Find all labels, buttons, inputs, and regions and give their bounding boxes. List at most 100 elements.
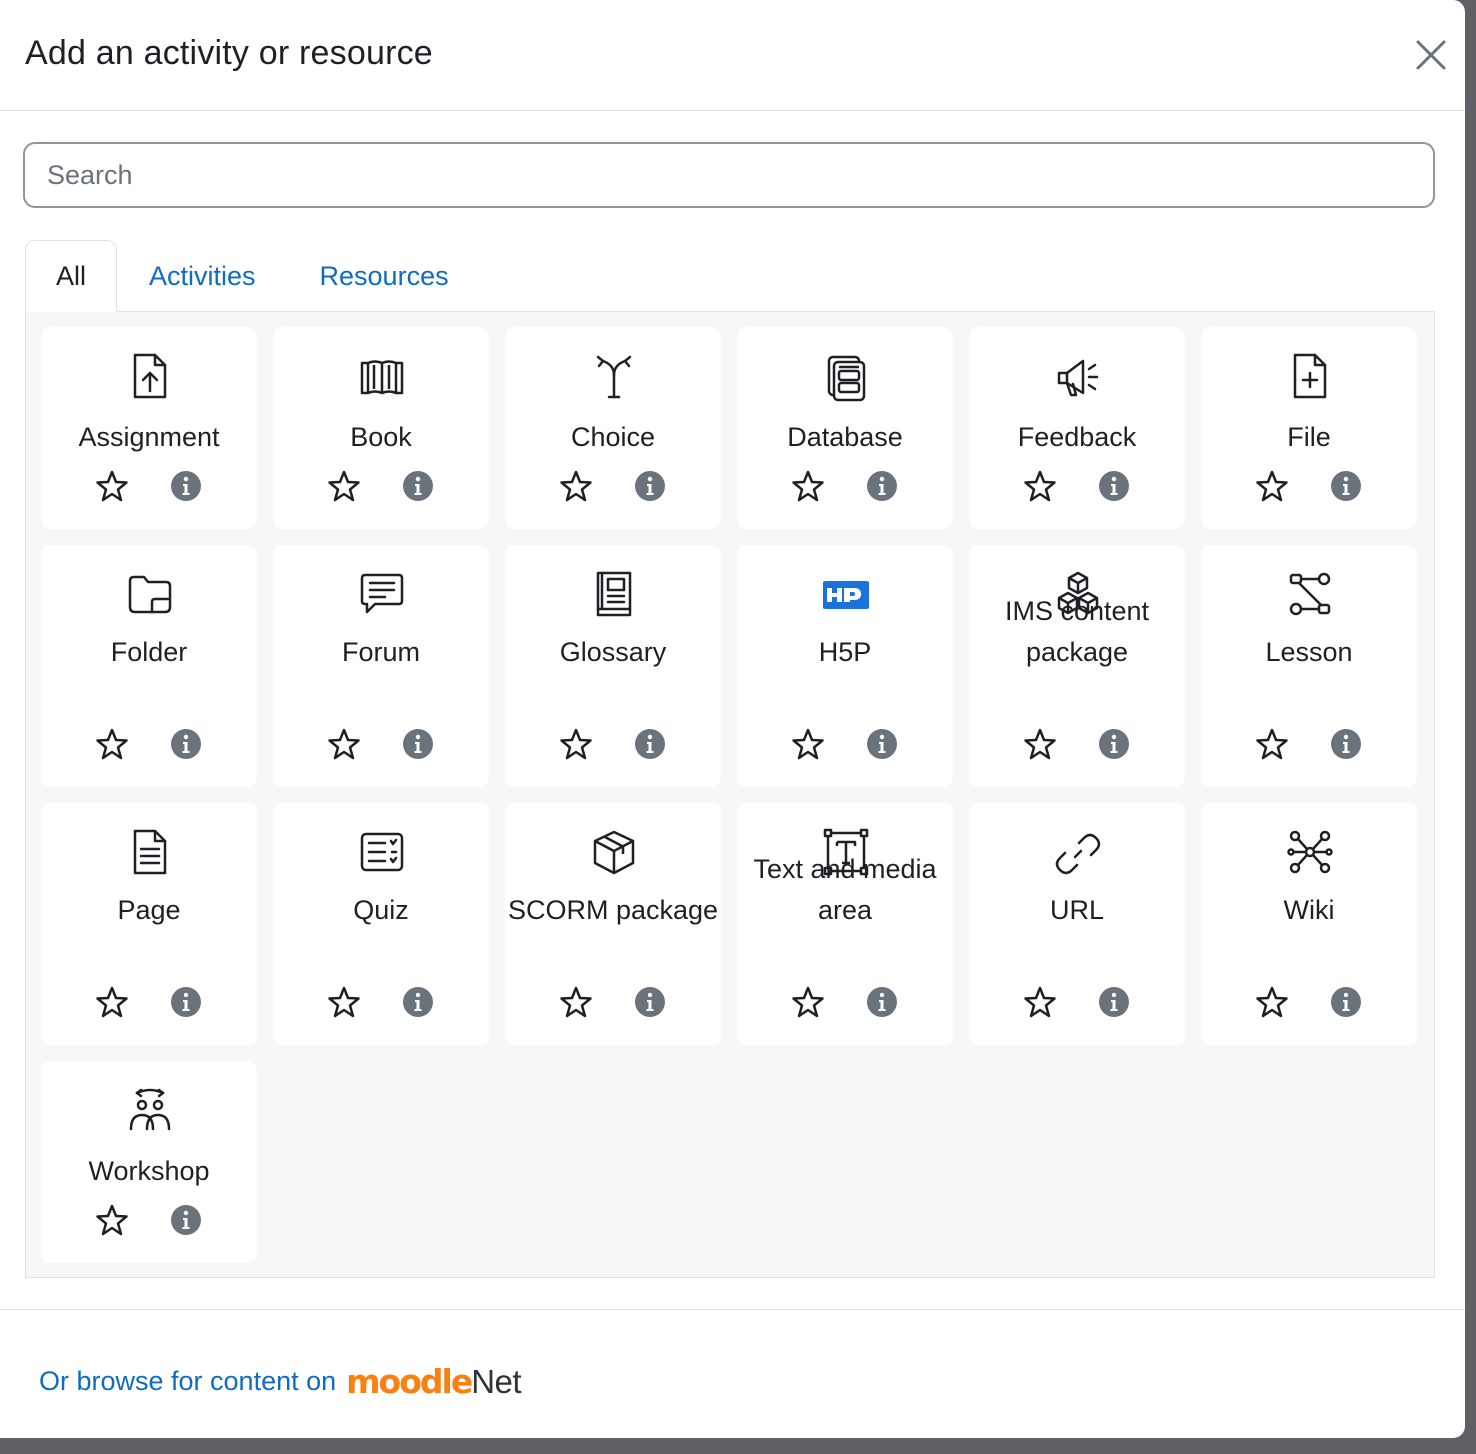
star-icon[interactable]: [791, 985, 825, 1019]
activity-link-folder[interactable]: Folder: [41, 545, 257, 735]
info-icon[interactable]: [633, 469, 667, 503]
modal-header: Add an activity or resource: [0, 0, 1465, 111]
activity-link-file[interactable]: File: [1201, 327, 1417, 477]
activity-name: Glossary: [559, 637, 667, 667]
info-icon[interactable]: [169, 469, 203, 503]
star-icon[interactable]: [95, 469, 129, 503]
close-button[interactable]: [1410, 35, 1452, 77]
star-icon[interactable]: [1255, 985, 1289, 1019]
info-icon[interactable]: [1097, 727, 1131, 761]
info-icon[interactable]: [1329, 727, 1363, 761]
star-icon[interactable]: [327, 469, 361, 503]
activity-link-lesson[interactable]: Lesson: [1201, 545, 1417, 735]
activity-name: Text and media area: [753, 854, 937, 925]
browse-text: Or browse for content on: [39, 1365, 337, 1396]
category-tabs: All Activities Resources: [25, 240, 1435, 312]
info-icon[interactable]: [633, 985, 667, 1019]
activity-card-ims-content-package: IMS content package: [969, 545, 1185, 787]
wiki-icon: [1287, 827, 1333, 879]
close-icon: [1416, 40, 1446, 70]
activity-card-assignment: Assignment: [41, 327, 257, 529]
star-icon[interactable]: [1023, 727, 1057, 761]
activity-panel: Assignment Book Choice Database Feedback…: [25, 311, 1435, 1278]
star-icon[interactable]: [1255, 727, 1289, 761]
activity-name: Folder: [110, 637, 188, 667]
star-icon[interactable]: [559, 985, 593, 1019]
activity-link-forum[interactable]: Forum: [273, 545, 489, 735]
star-icon[interactable]: [1023, 985, 1057, 1019]
info-icon[interactable]: [633, 727, 667, 761]
activity-name: Forum: [341, 637, 420, 667]
info-icon[interactable]: [865, 727, 899, 761]
info-icon[interactable]: [401, 727, 435, 761]
add-activity-modal: Add an activity or resource All Activiti…: [0, 0, 1465, 1438]
activity-link-h5p[interactable]: H5P: [737, 545, 953, 735]
choice-icon: [591, 351, 637, 403]
activity-card-workshop: Workshop: [41, 1061, 257, 1263]
activity-grid: Assignment Book Choice Database Feedback…: [41, 327, 1417, 1263]
book-icon: [359, 351, 405, 403]
star-icon[interactable]: [95, 727, 129, 761]
activity-link-text-and-media-area[interactable]: Text and media area: [737, 803, 953, 993]
tab-resources[interactable]: Resources: [288, 240, 481, 312]
activity-link-scorm-package[interactable]: SCORM package: [505, 803, 721, 993]
star-icon[interactable]: [1255, 469, 1289, 503]
database-icon: [823, 351, 869, 403]
info-icon[interactable]: [1329, 985, 1363, 1019]
star-icon[interactable]: [791, 469, 825, 503]
star-icon[interactable]: [1023, 469, 1057, 503]
activity-card-database: Database: [737, 327, 953, 529]
star-icon[interactable]: [95, 1203, 129, 1237]
star-icon[interactable]: [559, 727, 593, 761]
activity-link-glossary[interactable]: Glossary: [505, 545, 721, 735]
activity-link-ims-content-package[interactable]: IMS content package: [969, 545, 1185, 735]
h5p-icon: [820, 569, 872, 621]
activity-link-database[interactable]: Database: [737, 327, 953, 477]
activity-name: H5P: [818, 637, 872, 667]
star-icon[interactable]: [327, 985, 361, 1019]
tab-all[interactable]: All: [25, 240, 117, 312]
activity-card-glossary: Glossary: [505, 545, 721, 787]
activity-card-scorm-package: SCORM package: [505, 803, 721, 1045]
activity-name: Lesson: [1265, 637, 1353, 667]
page-icon: [127, 827, 173, 879]
activity-link-wiki[interactable]: Wiki: [1201, 803, 1417, 993]
glossary-icon: [591, 569, 637, 621]
star-icon[interactable]: [327, 727, 361, 761]
activity-card-page: Page: [41, 803, 257, 1045]
activity-link-assignment[interactable]: Assignment: [41, 327, 257, 477]
activity-card-folder: Folder: [41, 545, 257, 787]
info-icon[interactable]: [865, 469, 899, 503]
activity-link-choice[interactable]: Choice: [505, 327, 721, 477]
moodlenet-logo: moodle Net: [346, 1362, 521, 1401]
star-icon[interactable]: [559, 469, 593, 503]
activity-link-quiz[interactable]: Quiz: [273, 803, 489, 993]
info-icon[interactable]: [169, 985, 203, 1019]
activity-name: Feedback: [1017, 422, 1137, 452]
activity-link-workshop[interactable]: Workshop: [41, 1061, 257, 1211]
info-icon[interactable]: [1097, 985, 1131, 1019]
activity-link-url[interactable]: URL: [969, 803, 1185, 993]
info-icon[interactable]: [169, 1203, 203, 1237]
info-icon[interactable]: [1097, 469, 1131, 503]
info-icon[interactable]: [169, 727, 203, 761]
tab-activities[interactable]: Activities: [117, 240, 288, 312]
assignment-icon: [127, 351, 173, 403]
activity-name: Quiz: [353, 895, 409, 925]
star-icon[interactable]: [791, 727, 825, 761]
info-icon[interactable]: [1329, 469, 1363, 503]
info-icon[interactable]: [865, 985, 899, 1019]
activity-card-book: Book: [273, 327, 489, 529]
search-input[interactable]: [23, 142, 1435, 208]
activity-card-lesson: Lesson: [1201, 545, 1417, 787]
activity-card-forum: Forum: [273, 545, 489, 787]
activity-name: Workshop: [88, 1156, 210, 1186]
info-icon[interactable]: [401, 985, 435, 1019]
activity-link-page[interactable]: Page: [41, 803, 257, 993]
moodlenet-browse-link[interactable]: Or browse for content on moodle Net: [39, 1358, 522, 1404]
activity-link-book[interactable]: Book: [273, 327, 489, 477]
activity-link-feedback[interactable]: Feedback: [969, 327, 1185, 477]
star-icon[interactable]: [95, 985, 129, 1019]
info-icon[interactable]: [401, 469, 435, 503]
activity-card-quiz: Quiz: [273, 803, 489, 1045]
